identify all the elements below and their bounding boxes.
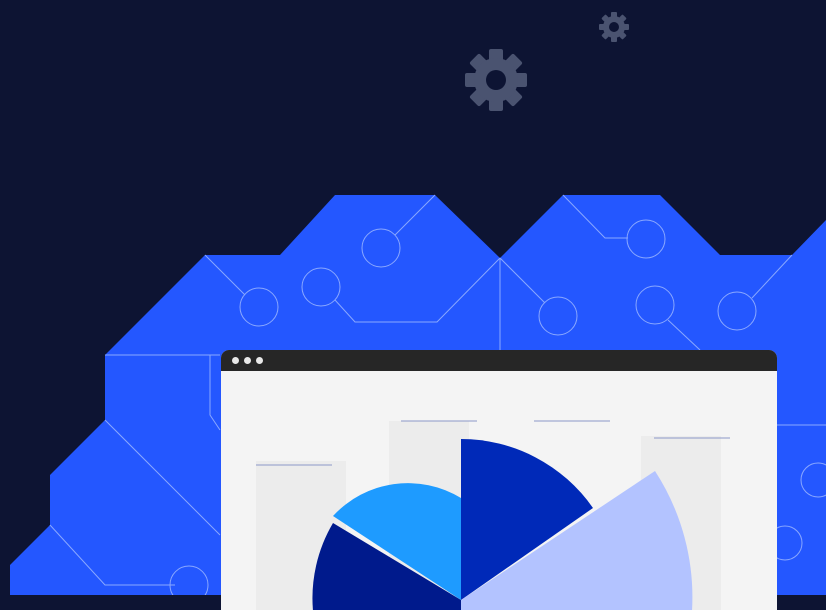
window-control-dot[interactable] [232,357,239,364]
browser-window [221,350,777,610]
window-content [221,371,777,610]
gear-icon [465,49,527,111]
window-control-dot[interactable] [256,357,263,364]
gear-icon [599,12,629,42]
pie-chart-illustration [256,420,730,610]
window-control-dot[interactable] [244,357,251,364]
window-titlebar [221,350,777,371]
